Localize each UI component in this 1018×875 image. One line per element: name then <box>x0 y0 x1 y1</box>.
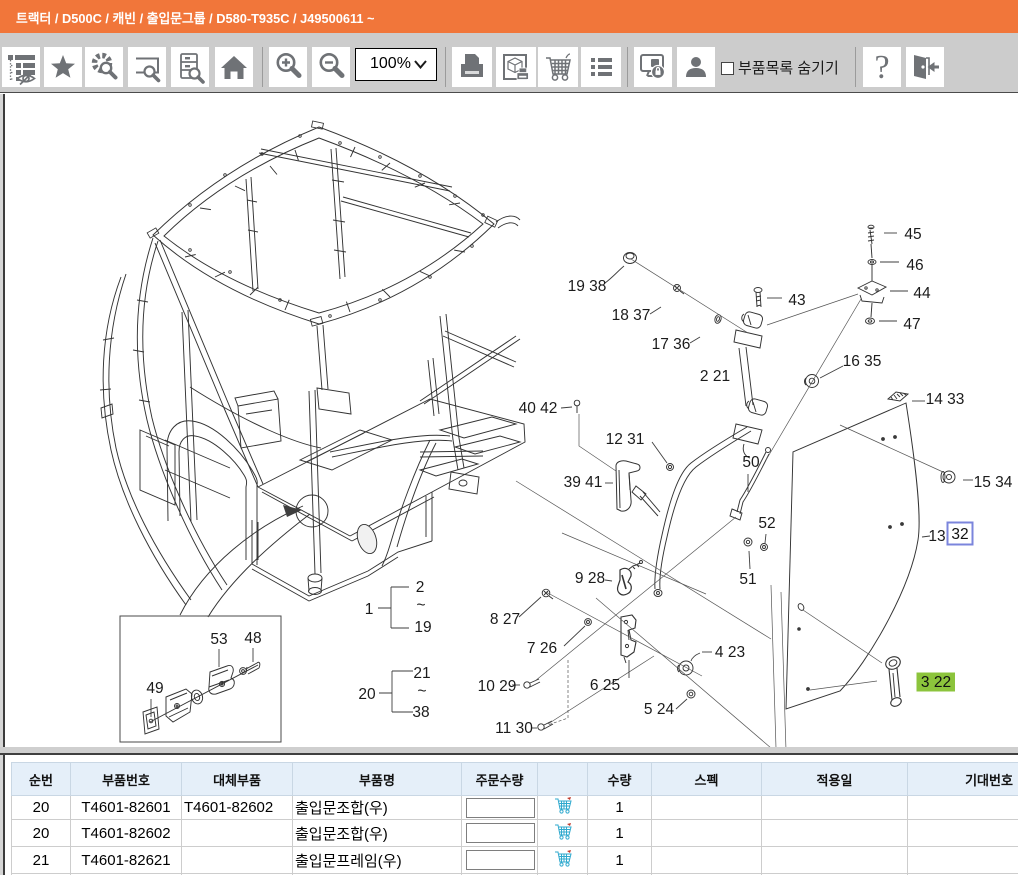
svg-text:12 31: 12 31 <box>606 431 645 448</box>
svg-text:39 41: 39 41 <box>564 474 603 491</box>
svg-text:20: 20 <box>358 686 376 703</box>
svg-text:2: 2 <box>416 579 425 596</box>
svg-text:52: 52 <box>758 515 775 532</box>
svg-text:6 25: 6 25 <box>590 677 620 694</box>
svg-text:9 28: 9 28 <box>575 570 605 587</box>
svg-text:7 26: 7 26 <box>527 640 557 657</box>
svg-text:47: 47 <box>903 316 920 333</box>
svg-text:45: 45 <box>904 226 921 243</box>
svg-text:38: 38 <box>412 704 429 721</box>
svg-text:51: 51 <box>739 571 756 588</box>
svg-text:11 30: 11 30 <box>495 720 533 737</box>
svg-text:~: ~ <box>417 683 426 700</box>
svg-text:46: 46 <box>906 257 923 274</box>
svg-text:1: 1 <box>365 601 374 618</box>
svg-text:~: ~ <box>416 597 425 614</box>
svg-text:5 24: 5 24 <box>644 701 675 718</box>
svg-text:48: 48 <box>244 630 261 647</box>
svg-text:32: 32 <box>951 526 968 543</box>
svg-text:8 27: 8 27 <box>490 611 520 628</box>
svg-text:50: 50 <box>742 454 760 471</box>
svg-text:53: 53 <box>210 631 227 648</box>
svg-text:14 33: 14 33 <box>926 391 965 408</box>
svg-text:17 36: 17 36 <box>652 336 691 353</box>
svg-text:43: 43 <box>788 292 805 309</box>
svg-text:18 37: 18 37 <box>612 307 651 324</box>
svg-text:13: 13 <box>928 528 945 545</box>
svg-text:19 38: 19 38 <box>568 278 607 295</box>
svg-text:40 42: 40 42 <box>519 400 558 417</box>
svg-text:3 22: 3 22 <box>921 674 951 691</box>
svg-text:49: 49 <box>146 680 163 697</box>
svg-text:15 34: 15 34 <box>974 474 1013 491</box>
svg-text:4 23: 4 23 <box>715 644 745 661</box>
svg-text:?: ? <box>874 49 889 86</box>
svg-text:2 21: 2 21 <box>700 368 730 385</box>
svg-text:10 29: 10 29 <box>478 678 517 695</box>
svg-text:21: 21 <box>413 665 430 682</box>
svg-text:44: 44 <box>913 285 931 302</box>
svg-text:16 35: 16 35 <box>843 353 882 370</box>
svg-text:19: 19 <box>414 619 431 636</box>
